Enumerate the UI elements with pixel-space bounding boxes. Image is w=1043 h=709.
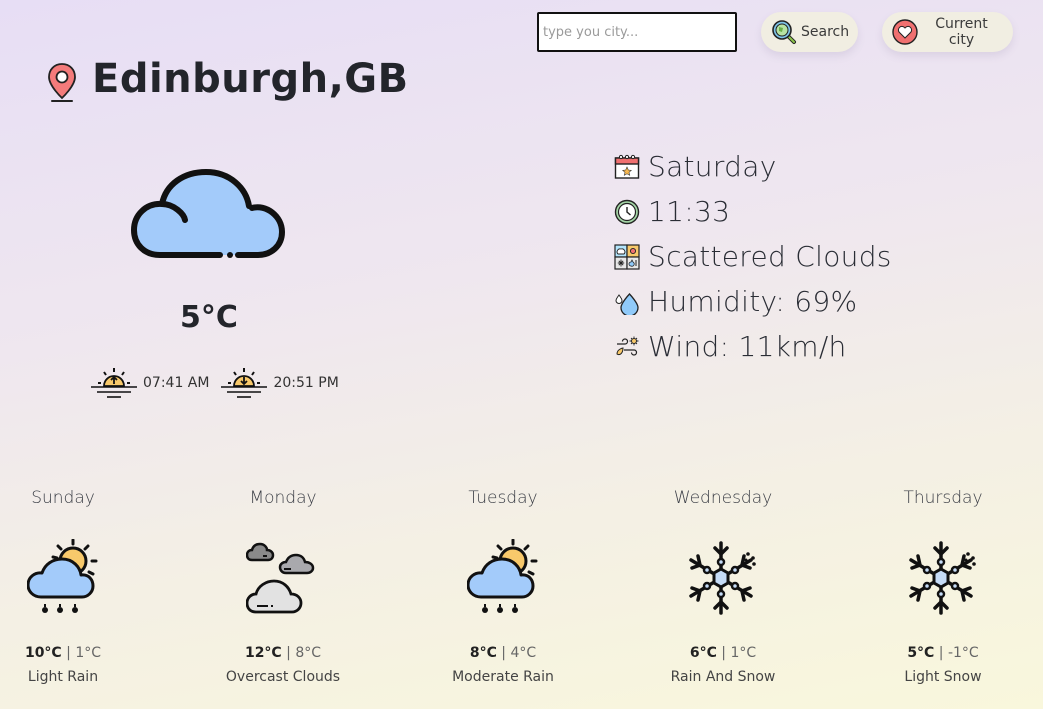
forecast-temps: 5°C | -1°C [907, 645, 979, 661]
forecast-temps: 6°C | 1°C [689, 645, 757, 661]
forecast-day-name: Monday [249, 488, 317, 508]
forecast-day: Thursday 5°C | -1°C Light Snow [853, 485, 1033, 685]
sun-cloud-rain-icon [27, 539, 98, 613]
current-city-button-label: Current city [935, 16, 988, 48]
sunset-icon [221, 368, 268, 398]
clock-icon [614, 199, 640, 224]
detail-humidity: Humidity: 69% [614, 279, 892, 324]
forecast-description: Light Rain [27, 669, 99, 685]
forecast-description: Rain And Snow [670, 669, 776, 685]
forecast-day-name: Sunday [31, 488, 95, 508]
detail-condition: Scattered Clouds [614, 234, 892, 279]
search-button[interactable]: Search [761, 12, 858, 52]
forecast-temps: 10°C | 1°C [24, 645, 102, 661]
location-pin-icon [48, 63, 76, 102]
wind-icon [616, 336, 639, 356]
heart-icon [892, 19, 918, 45]
forecast-temps: 8°C | 4°C [469, 645, 537, 661]
humidity-drops-icon [615, 292, 639, 315]
city-search-input[interactable] [537, 12, 737, 52]
forecast-description: Overcast Clouds [225, 669, 341, 685]
snowflake-icon [909, 541, 976, 615]
search-button-label: Search [801, 24, 850, 40]
weather-conditions-icon [614, 243, 640, 270]
sun-cloud-rain-icon [467, 539, 538, 613]
condition-label: Scattered Clouds [648, 240, 892, 273]
current-details: Saturday 11:33 Scattered Clouds Humidity… [614, 144, 892, 369]
forecast-day: Monday 12°C | 8°C Overcast Clouds [193, 485, 373, 685]
day-label: Saturday [648, 150, 777, 183]
calendar-icon [614, 154, 640, 179]
forecast-day: Sunday 10°C | 1°C Light Rain [0, 485, 153, 685]
forecast-day-name: Thursday [903, 488, 983, 508]
humidity-label: Humidity: 69% [648, 285, 858, 318]
current-city-button[interactable]: Current city [882, 12, 1013, 52]
detail-wind: Wind: 11km/h [614, 324, 892, 369]
globe-search-icon [772, 20, 796, 44]
forecast-description: Light Snow [904, 669, 982, 685]
sunrise-icon [91, 368, 137, 398]
sun-times: 07:41 AM 20:51 PM [89, 366, 339, 400]
current-temperature: 5°C [180, 300, 238, 335]
city-title: Edinburgh,GB [92, 56, 409, 102]
wind-label: Wind: 11km/h [648, 330, 847, 363]
overcast-clouds-icon [246, 542, 315, 614]
time-label: 11:33 [648, 195, 731, 228]
forecast-description: Moderate Rain [452, 669, 554, 685]
forecast-day: Tuesday 8°C | 4°C Moderate Rain [413, 485, 593, 685]
forecast-day-name: Tuesday [468, 488, 538, 508]
forecast-day-name: Wednesday [673, 488, 773, 508]
sunset-time: 20:51 PM [273, 375, 339, 391]
sunrise-time: 07:41 AM [143, 375, 210, 391]
forecast-list: Sunday 10°C | 1°C Light Rain Monday 12°C… [0, 485, 1043, 695]
detail-day: Saturday [614, 144, 892, 189]
cloud-icon [130, 168, 286, 258]
forecast-temps: 12°C | 8°C [244, 645, 322, 661]
detail-time: 11:33 [614, 189, 892, 234]
snowflake-icon [689, 541, 756, 615]
forecast-day: Wednesday 6°C | 1°C Rain And Snow [633, 485, 813, 685]
